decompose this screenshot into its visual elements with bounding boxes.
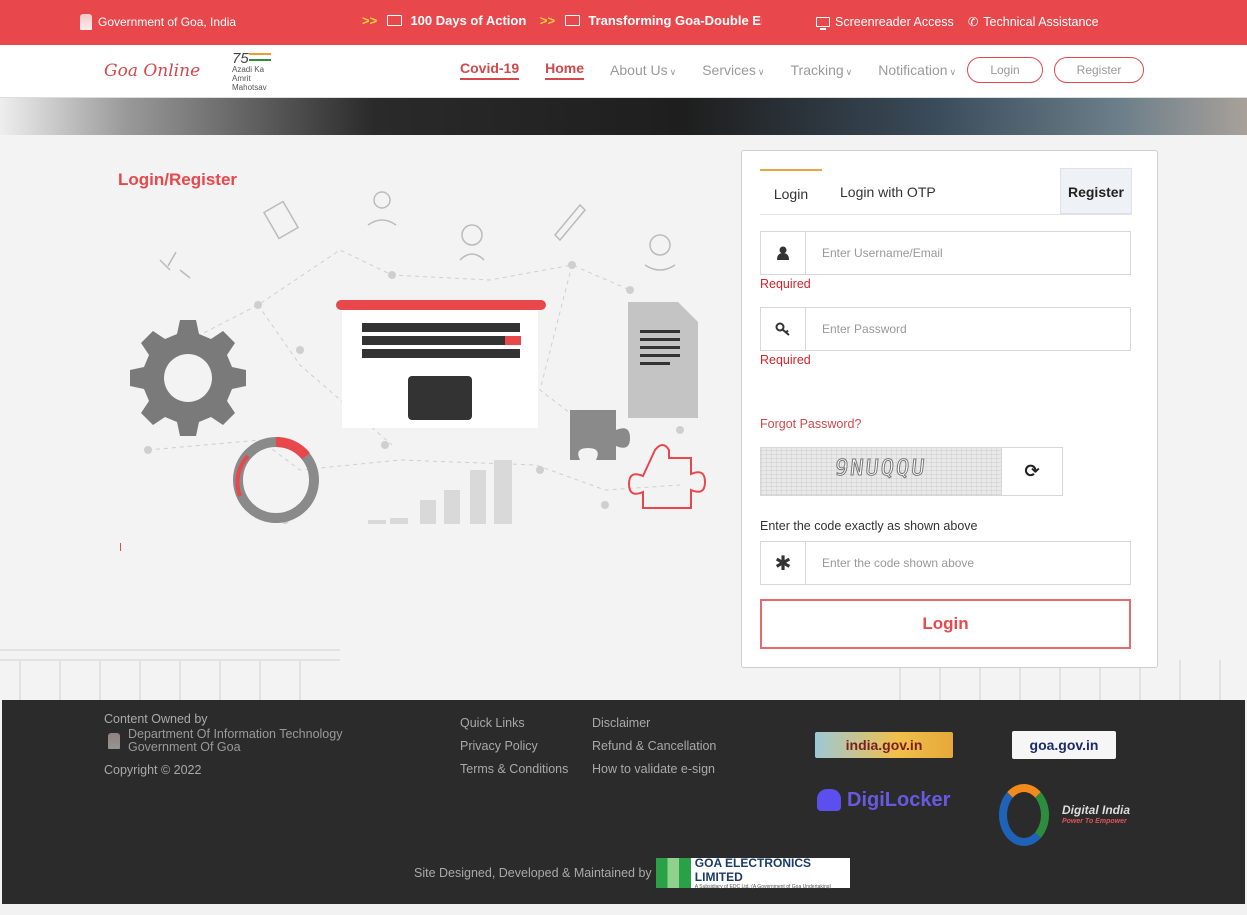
forgot-password-link[interactable]: Forgot Password? [760,417,861,431]
decorative-mark [120,543,121,551]
asterisk-icon: ✱ [761,542,806,584]
state-emblem-icon [108,733,120,749]
login-panel: Login Login with OTP Register Enter User… [741,150,1158,668]
bar-chart-icon [368,460,512,524]
tab-login-with-otp[interactable]: Login with OTP [840,169,936,215]
chevron-down-icon: ∨ [757,67,765,77]
main-navbar: Goa Online 75 Azadi Ka Amrit Mahotsav Co… [0,45,1247,98]
main-content: Login/Register Login Login with OTP Regi… [0,135,1247,700]
footer-links-col1: Quick Links Privacy Policy Terms & Condi… [460,712,568,781]
key-icon [761,308,806,350]
username-field[interactable]: Enter Username/Email [760,231,1131,275]
state-emblem-icon [80,14,92,30]
nav-item-home[interactable]: Home [545,60,585,80]
top-bar: Government of Goa, India >> 100 Days of … [0,0,1247,45]
donut-chart-icon [233,436,319,523]
banner-strip [0,98,1247,135]
footer-links-col2: Disclaimer Refund & Cancellation How to … [592,712,716,781]
captcha-input[interactable]: Enter the code shown above [806,542,974,584]
news-icon [386,15,402,26]
laptop-icon [336,300,546,428]
captcha-hint: Enter the code exactly as shown above [760,519,978,533]
gel-blocks-icon [655,858,691,888]
cloud-icon [817,789,841,811]
technical-assistance-link[interactable]: ✆ Technical Assistance [967,14,1099,30]
nav-item-covid19[interactable]: Covid-19 [460,60,520,80]
password-required-error: Required [760,353,811,367]
chevron-down-icon: ∨ [669,67,677,77]
goa-gov-badge[interactable]: goa.gov.in [1012,731,1116,759]
username-required-error: Required [760,277,811,291]
footer-link-refund[interactable]: Refund & Cancellation [592,735,716,758]
accessibility-links: Screenreader Access ✆ Technical Assistan… [816,14,1099,30]
password-field[interactable]: Enter Password [760,307,1131,351]
page-heading: Login/Register [118,170,238,189]
gear-icon [130,320,246,436]
department-info: Department Of Information Technology Gove… [108,728,342,754]
nav-item-notification[interactable]: Notification ∨ [878,62,956,78]
footer: Content Owned by Department Of Informati… [2,700,1245,904]
password-input[interactable]: Enter Password [806,308,907,350]
captcha-box: 9NUQQU ⟳ [760,447,1063,496]
nav-login-button[interactable]: Login [967,57,1043,83]
captcha-image: 9NUQQU [761,448,1001,495]
news-ticker[interactable]: >> 100 Days of Action >> Transforming Go… [362,13,762,28]
login-tabs: Login Login with OTP Register [760,168,1132,215]
login-illustration [130,191,707,524]
footer-link-privacy-policy[interactable]: Privacy Policy [460,735,568,758]
nav-item-about-us[interactable]: About Us ∨ [610,62,676,78]
tab-login[interactable]: Login [760,169,822,215]
copyright: Copyright © 2022 [104,763,202,777]
footer-link-validate-esign[interactable]: How to validate e-sign [592,758,716,781]
goa-electronics-logo[interactable]: GOA ELECTRONICS LIMITED A Subsidiary of E… [655,856,850,890]
login-submit-button[interactable]: Login [760,599,1131,649]
footer-link-disclaimer[interactable]: Disclaimer [592,712,716,735]
digital-india-logo-icon [999,784,1049,846]
footer-link-quick-links[interactable]: Quick Links [460,712,568,735]
username-input[interactable]: Enter Username/Email [806,232,943,274]
refresh-captcha-icon[interactable]: ⟳ [1001,448,1062,495]
screenreader-link[interactable]: Screenreader Access [816,14,954,30]
news-icon [564,15,580,26]
captcha-field[interactable]: ✱ Enter the code shown above [760,541,1131,585]
footer-link-terms[interactable]: Terms & Conditions [460,758,568,781]
nav-item-services[interactable]: Services ∨ [702,62,764,78]
monitor-icon [816,16,830,30]
phone-icon: ✆ [967,15,979,29]
chevrons-icon: >> [539,13,556,28]
user-icon [761,232,806,274]
nav-register-button[interactable]: Register [1054,57,1144,83]
digital-india-badge[interactable]: Digital India Power To Empower [995,782,1130,850]
puzzle-icon [570,410,707,509]
azadi-ka-amrit-mahotsav-logo: 75 Azadi Ka Amrit Mahotsav [232,51,280,92]
nav-item-tracking[interactable]: Tracking ∨ [791,62,853,78]
digilocker-badge[interactable]: DigiLocker [817,782,957,818]
government-label: Government of Goa, India [80,14,236,30]
content-owned-label: Content Owned by [104,712,208,726]
goa-online-logo[interactable]: Goa Online [104,61,200,81]
india-gov-badge[interactable]: india.gov.in [815,732,953,758]
maintained-by: Site Designed, Developed & Maintained by… [414,856,850,890]
chevron-down-icon: ∨ [949,67,957,77]
nav-menu: Covid-19 Home About Us ∨ Services ∨ Tracki… [460,60,982,80]
chevrons-icon: >> [362,13,378,28]
document-icon [628,302,698,418]
tab-register[interactable]: Register [1060,168,1132,214]
chevron-down-icon: ∨ [845,67,853,77]
